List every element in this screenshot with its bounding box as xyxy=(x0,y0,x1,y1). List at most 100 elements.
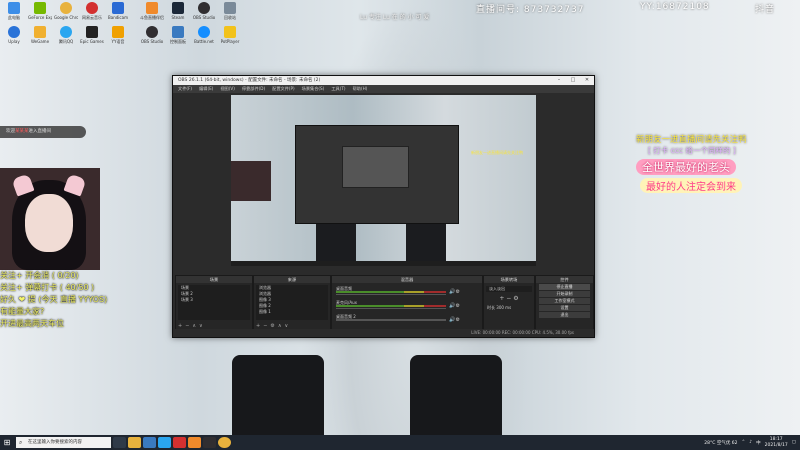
qq-icon[interactable] xyxy=(158,437,171,448)
windows-start-icon[interactable]: ⊞ xyxy=(0,438,14,447)
desktop-icon[interactable]: OBS Studio xyxy=(140,26,164,50)
desktop-icon[interactable]: 回收站 xyxy=(218,2,242,26)
window-titlebar[interactable]: OBS 26.1.1 (64-bit, windows) - 配置文件: 未命名… xyxy=(173,76,594,85)
volume-icon[interactable]: ♪ xyxy=(749,440,752,445)
overlay-yy-number: YY:16872108 xyxy=(640,2,710,12)
speaker-icon[interactable]: 🔊⚙ xyxy=(449,317,460,323)
yy-icon xyxy=(112,26,124,38)
menu-view[interactable]: 视图(V) xyxy=(220,85,235,93)
desktop-icon[interactable]: 网易云音乐 xyxy=(80,2,104,26)
overlay-room-number: 直播间号: 873732737 xyxy=(476,5,585,15)
taskbar: ⊞ 在这里输入你要搜索的内容 28°C 空气优 62 ⌃ ♪ 中 18:17 2… xyxy=(0,435,800,450)
epic-games-icon xyxy=(86,26,98,38)
volume-slider[interactable] xyxy=(336,294,446,295)
desktop-icon[interactable]: YY语音 xyxy=(106,26,130,50)
overlay-goal-line: 有能量大家? xyxy=(0,307,45,316)
menu-file[interactable]: 文件(F) xyxy=(178,85,192,93)
wegame-icon xyxy=(34,26,46,38)
desktop-icon[interactable]: 斗鱼直播伴侣 xyxy=(140,2,164,26)
mixer-channel: 桌面音频 2 🔊⚙ xyxy=(336,314,460,323)
desktop-icon[interactable]: WeGame xyxy=(28,26,52,50)
start-recording-button[interactable]: 开始录制 xyxy=(539,291,590,297)
scene-list: 场景 场景 2 场景 3 xyxy=(178,285,250,320)
menu-scene-collection[interactable]: 场景集合(S) xyxy=(302,85,325,93)
volume-meter[interactable] xyxy=(336,319,446,321)
desktop-icon[interactable]: GeForce Experience xyxy=(28,2,52,26)
overlay-goal-line: 关注+ 弹幕打卡 ( 40/50 ) xyxy=(0,283,95,292)
transition-select[interactable]: 淡入淡出 xyxy=(486,286,532,292)
desktop-icon[interactable]: PotPlayer xyxy=(218,26,242,50)
douyu-icon[interactable] xyxy=(188,437,201,448)
dock-title: 混音器 xyxy=(332,276,482,283)
menu-profile[interactable]: 配置文件(P) xyxy=(272,85,295,93)
potplayer-icon xyxy=(224,26,236,38)
studio-mode-button[interactable]: 工作室模式 xyxy=(539,298,590,304)
scene-item[interactable]: 场景 3 xyxy=(178,297,250,303)
desktop-icon[interactable]: Battle.net xyxy=(192,26,216,50)
file-explorer-icon[interactable] xyxy=(128,437,141,448)
menu-tools[interactable]: 工具(T) xyxy=(331,85,345,93)
settings-button[interactable]: 设置 xyxy=(539,305,590,311)
dock-title: 场景 xyxy=(176,276,252,283)
mixer-dock: 混音器 桌面音频 🔊⚙ 麦克风/Aux 🔊⚙ 桌面音频 2 🔊⚙ xyxy=(331,275,483,331)
volume-meter[interactable] xyxy=(336,305,446,307)
desktop-icon[interactable]: Epic Games xyxy=(80,26,104,50)
exit-button[interactable]: 退出 xyxy=(539,312,590,318)
desktop-icon[interactable]: 腾讯QQ xyxy=(54,26,78,50)
menu-help[interactable]: 帮助(H) xyxy=(353,85,368,93)
task-view-icon[interactable] xyxy=(113,437,126,448)
this-pc-icon xyxy=(8,2,20,14)
netease-music-icon xyxy=(86,2,98,14)
speaker-icon[interactable]: 🔊⚙ xyxy=(449,303,460,309)
window-title: OBS 26.1.1 (64-bit, windows) - 配置文件: 未命名… xyxy=(178,78,321,83)
clock[interactable]: 18:17 2021/8/17 xyxy=(765,437,788,449)
speaker-icon[interactable]: 🔊⚙ xyxy=(449,289,460,295)
obs-icon[interactable] xyxy=(203,437,216,448)
chrome-icon[interactable] xyxy=(218,437,231,448)
overlay-banner: 全世界最好的老头 xyxy=(636,159,736,175)
sources-dock: 来源 浏览器 浏览器 图像 3 图像 2 图像 1 +−⚙∧∨ xyxy=(253,275,331,331)
volume-slider[interactable] xyxy=(336,308,446,309)
dock-area: 场景 场景 场景 2 场景 3 +−∧∨ 来源 浏览器 浏览器 图像 3 图像 … xyxy=(173,275,594,337)
overlay-goals-list: 关注+ 开会消 ( 0/20) 关注+ 弹幕打卡 ( 40/50 ) 好久 ❤ … xyxy=(0,270,140,330)
menu-docks[interactable]: 停靠部件(D) xyxy=(242,85,265,93)
source-item[interactable]: 图像 1 xyxy=(256,309,328,315)
welcome-banner: 欢迎某某某进入直播间 xyxy=(0,126,86,138)
mixer-channel: 麦克风/Aux 🔊⚙ xyxy=(336,300,460,309)
desktop-icon[interactable]: OBS Studio xyxy=(192,2,216,26)
notification-icon[interactable]: ▢ xyxy=(792,440,796,445)
desktop-icon[interactable]: 控制面板 xyxy=(166,26,190,50)
stop-streaming-button[interactable]: 停止直播 xyxy=(539,284,590,290)
desktop-icon[interactable]: Google Chrome xyxy=(54,2,78,26)
preview-webcam xyxy=(231,161,271,201)
volume-meter[interactable] xyxy=(336,291,446,293)
minimize-icon[interactable]: – xyxy=(552,76,566,85)
close-icon[interactable]: ✕ xyxy=(580,76,594,85)
control-panel-icon xyxy=(172,26,184,38)
desktop-icon[interactable]: 此电脑 xyxy=(2,2,26,26)
taskbar-search[interactable]: 在这里输入你要搜索的内容 xyxy=(16,437,111,448)
netease-music-icon[interactable] xyxy=(173,437,186,448)
desktop-icon[interactable]: Uplay xyxy=(2,26,26,50)
bandicam-icon xyxy=(112,2,124,14)
ime-icon[interactable]: 中 xyxy=(756,440,761,446)
uplay-icon xyxy=(8,26,20,38)
network-icon[interactable]: ⌃ xyxy=(742,440,746,445)
dock-title: 控件 xyxy=(536,276,593,283)
weather-widget[interactable]: 28°C 空气优 62 xyxy=(704,440,737,446)
overlay-mid-caption: Lu 专注 Lu 在 的 小 可 爱 xyxy=(360,14,430,21)
obs-window[interactable]: OBS 26.1.1 (64-bit, windows) - 配置文件: 未命名… xyxy=(172,75,595,338)
preview-canvas[interactable]: 新朋友一进直播间请先关注鸭 xyxy=(231,95,536,266)
battlenet-icon xyxy=(198,26,210,38)
store-icon[interactable] xyxy=(143,437,156,448)
transition-controls[interactable]: + − ⚙ xyxy=(484,295,534,302)
transition-duration[interactable]: 时长 300 ms xyxy=(484,305,534,311)
overlay-goal-line: 开进最高两天车位 xyxy=(0,319,64,328)
menu-edit[interactable]: 编辑(E) xyxy=(199,85,213,93)
desktop-icon[interactable]: Steam xyxy=(166,2,190,26)
desktop-icon[interactable]: Bandicam xyxy=(106,2,130,26)
overlay-announcement: [ 打卡 ccc 给一个同样的 ] xyxy=(648,146,736,155)
preview-overlay-text: 新朋友一进直播间请先关注鸭 xyxy=(471,150,523,155)
controls-dock: 控件 停止直播 开始录制 工作室模式 设置 退出 xyxy=(535,275,594,331)
maximize-icon[interactable]: □ xyxy=(566,76,580,85)
